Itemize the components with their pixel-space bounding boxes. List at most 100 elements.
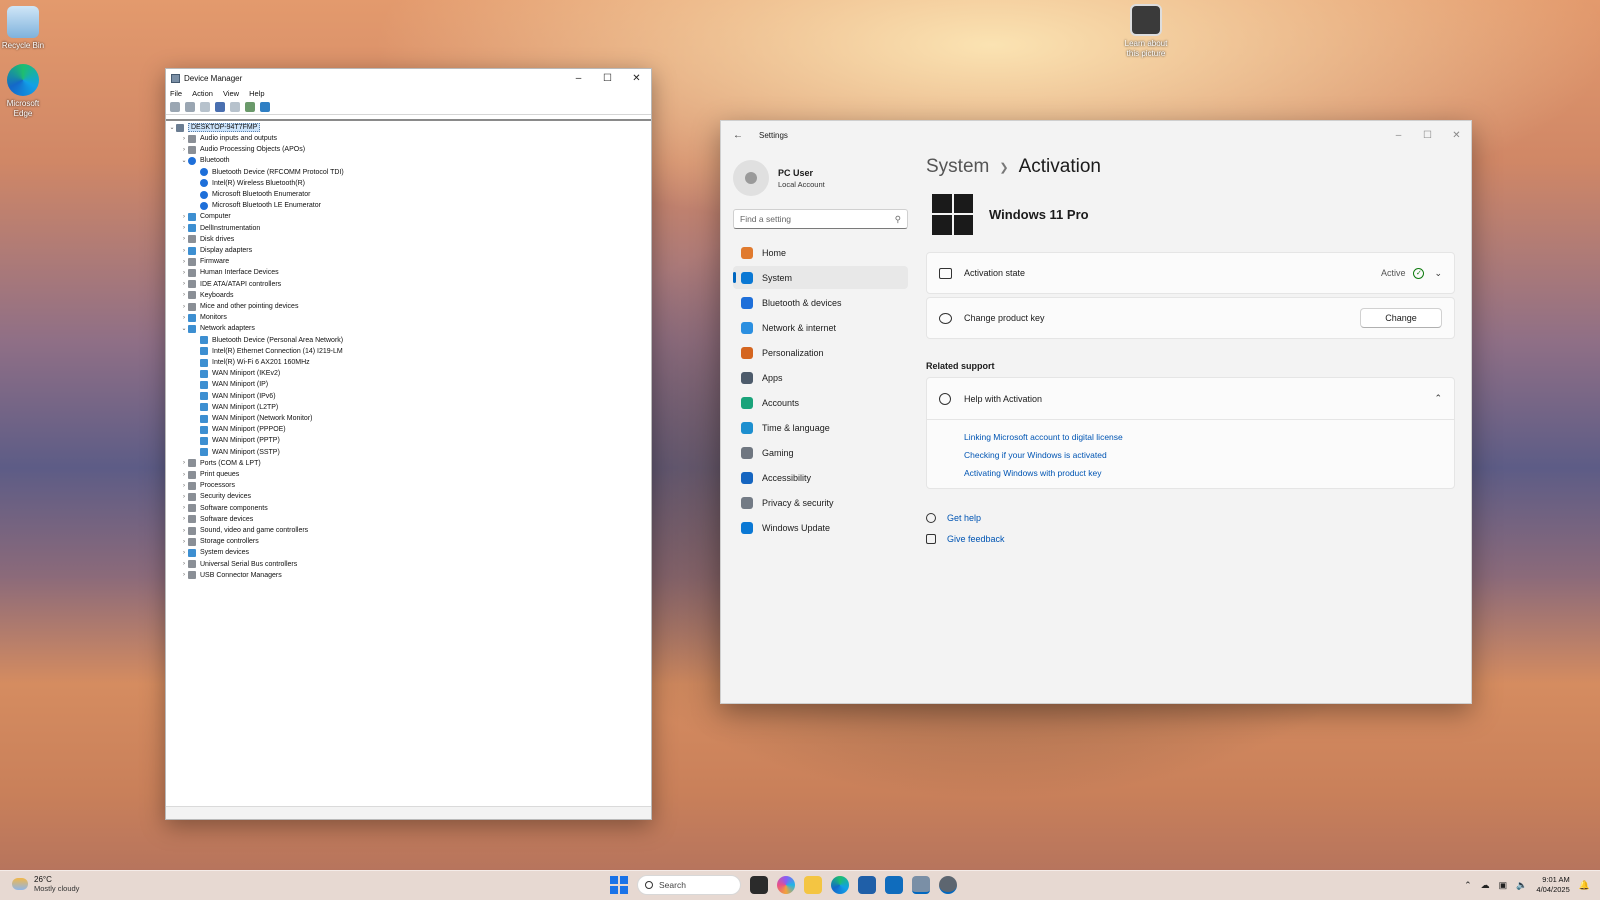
recycle-bin-desktop-icon[interactable]: Recycle Bin xyxy=(0,6,48,51)
device-manager-window[interactable]: Device Manager – ☐ ✕ File Action View He… xyxy=(165,68,652,820)
minimize-button[interactable]: – xyxy=(1384,130,1413,141)
weather-widget[interactable]: 26°C Mostly cloudy xyxy=(12,875,79,893)
breadcrumb-parent[interactable]: System xyxy=(926,156,989,178)
tree-category[interactable]: › Firmware xyxy=(180,256,229,267)
help-link[interactable]: Linking Microsoft account to digital lic… xyxy=(964,430,1454,448)
expand-chevron-icon[interactable]: › xyxy=(180,494,188,500)
tree-category[interactable]: › Software devices xyxy=(180,514,253,525)
collapse-chevron-icon[interactable]: ⌄ xyxy=(180,325,188,332)
help-icon[interactable] xyxy=(230,102,240,112)
user-profile[interactable]: PC User Local Account xyxy=(733,157,908,199)
help-activation-header[interactable]: Help with Activation ⌃ xyxy=(927,378,1454,420)
tree-category[interactable]: › Processors xyxy=(180,480,235,491)
expand-chevron-icon[interactable]: › xyxy=(180,572,188,578)
maximize-button[interactable]: ☐ xyxy=(1413,130,1442,141)
nav-item-personalization[interactable]: Personalization xyxy=(733,341,908,364)
tree-category[interactable]: › Security devices xyxy=(180,491,251,502)
update-driver-icon[interactable] xyxy=(245,102,255,112)
expand-chevron-icon[interactable]: › xyxy=(180,460,188,466)
cloud-icon[interactable]: ☁ xyxy=(1481,880,1490,891)
tree-category[interactable]: › Human Interface Devices xyxy=(180,267,279,278)
menu-action[interactable]: Action xyxy=(192,89,213,98)
clock[interactable]: 9:01 AM 4/04/2025 xyxy=(1536,875,1569,895)
expand-chevron-icon[interactable]: › xyxy=(180,270,188,276)
activation-state-card[interactable]: Activation state Active ✓ ⌄ xyxy=(926,252,1455,294)
menu-help[interactable]: Help xyxy=(249,89,264,98)
tree-category[interactable]: › Audio Processing Objects (APOs) xyxy=(180,144,305,155)
tree-category[interactable]: › Ports (COM & LPT) xyxy=(180,458,261,469)
tree-device[interactable]: WAN Miniport (IKEv2) xyxy=(192,368,280,379)
expand-chevron-icon[interactable]: › xyxy=(180,539,188,545)
tree-category[interactable]: › Universal Serial Bus controllers xyxy=(180,559,297,570)
tree-category[interactable]: › Software components xyxy=(180,503,268,514)
nav-item-gaming[interactable]: Gaming xyxy=(733,441,908,464)
nav-item-windows-update[interactable]: Windows Update xyxy=(733,516,908,539)
expand-chevron-icon[interactable]: › xyxy=(180,528,188,534)
tree-device[interactable]: WAN Miniport (SSTP) xyxy=(192,447,280,458)
collapse-chevron-icon[interactable]: ⌄ xyxy=(180,157,188,164)
tree-root[interactable]: ⌄ DESKTOP-94T7FMP xyxy=(168,122,261,133)
outlook-icon[interactable] xyxy=(885,876,903,894)
expand-chevron-icon[interactable]: › xyxy=(180,225,188,231)
store-icon[interactable] xyxy=(858,876,876,894)
tree-device[interactable]: Bluetooth Device (RFCOMM Protocol TDI) xyxy=(192,167,344,178)
expand-chevron-icon[interactable]: › xyxy=(180,472,188,478)
nav-item-network-internet[interactable]: Network & internet xyxy=(733,316,908,339)
tree-device[interactable]: WAN Miniport (PPPOE) xyxy=(192,424,286,435)
back-arrow-icon[interactable]: ← xyxy=(733,130,749,141)
expand-chevron-icon[interactable]: › xyxy=(180,550,188,556)
expand-chevron-icon[interactable]: › xyxy=(180,236,188,242)
help-link[interactable]: Activating Windows with product key xyxy=(964,466,1454,484)
expand-chevron-icon[interactable]: › xyxy=(180,136,188,142)
help-link[interactable]: Checking if your Windows is activated xyxy=(964,448,1454,466)
device-tree[interactable]: ⌄ DESKTOP-94T7FMP › Audio inputs and outp… xyxy=(166,119,651,806)
expand-chevron-icon[interactable]: › xyxy=(180,292,188,298)
tree-category[interactable]: › Audio inputs and outputs xyxy=(180,133,277,144)
tree-category[interactable]: › Computer xyxy=(180,211,231,222)
expand-chevron-icon[interactable]: › xyxy=(180,516,188,522)
expand-chevron-icon[interactable]: › xyxy=(180,147,188,153)
device-manager-taskbar-icon[interactable] xyxy=(912,876,930,894)
tree-category[interactable]: › DellInstrumentation xyxy=(180,223,260,234)
nav-item-home[interactable]: Home xyxy=(733,241,908,264)
nav-item-system[interactable]: System xyxy=(733,266,908,289)
back-arrow-icon[interactable] xyxy=(170,102,180,112)
expand-chevron-icon[interactable]: › xyxy=(180,483,188,489)
maximize-button[interactable]: ☐ xyxy=(593,69,622,87)
nav-item-accessibility[interactable]: Accessibility xyxy=(733,466,908,489)
tree-category[interactable]: › Print queues xyxy=(180,469,239,480)
expand-chevron-icon[interactable]: › xyxy=(180,214,188,220)
taskbar-search[interactable]: Search xyxy=(637,875,741,895)
settings-gear-icon[interactable] xyxy=(939,876,957,894)
nav-item-bluetooth-devices[interactable]: Bluetooth & devices xyxy=(733,291,908,314)
task-view-icon[interactable] xyxy=(750,876,768,894)
expand-chevron-icon[interactable]: › xyxy=(180,248,188,254)
menu-file[interactable]: File xyxy=(170,89,182,98)
change-product-key-button[interactable]: Change xyxy=(1360,308,1442,328)
tree-category[interactable]: › Mice and other pointing devices xyxy=(180,301,298,312)
volume-icon[interactable]: 🔈 xyxy=(1516,880,1527,891)
notification-bell-icon[interactable]: 🔔 xyxy=(1579,880,1590,891)
tree-device[interactable]: WAN Miniport (IPv6) xyxy=(192,391,276,402)
learn-picture-desktop-icon[interactable]: Learn about this picture xyxy=(1121,4,1171,59)
collapse-chevron-icon[interactable]: ⌄ xyxy=(168,124,176,131)
chevron-up-icon[interactable]: ⌃ xyxy=(1464,880,1472,891)
tree-category[interactable]: › System devices xyxy=(180,547,249,558)
tree-category[interactable]: › Keyboards xyxy=(180,290,233,301)
tree-device[interactable]: Intel(R) Wireless Bluetooth(R) xyxy=(192,178,305,189)
minimize-button[interactable]: – xyxy=(564,69,593,87)
tree-device[interactable]: WAN Miniport (IP) xyxy=(192,379,268,390)
device-manager-titlebar[interactable]: Device Manager – ☐ ✕ xyxy=(166,69,651,87)
network-icon[interactable]: ▣ xyxy=(1499,880,1508,891)
tree-category[interactable]: › IDE ATA/ATAPI controllers xyxy=(180,279,281,290)
tree-category[interactable]: › Display adapters xyxy=(180,245,252,256)
tree-device[interactable]: WAN Miniport (PPTP) xyxy=(192,435,280,446)
close-button[interactable]: ✕ xyxy=(1442,130,1471,141)
expand-chevron-icon[interactable]: › xyxy=(180,561,188,567)
tree-device[interactable]: Microsoft Bluetooth LE Enumerator xyxy=(192,200,321,211)
tree-category[interactable]: › USB Connector Managers xyxy=(180,570,282,581)
tree-category[interactable]: ⌄ Bluetooth xyxy=(180,155,230,166)
tree-device[interactable]: WAN Miniport (Network Monitor) xyxy=(192,413,312,424)
show-hide-tree-icon[interactable] xyxy=(200,102,210,112)
copilot-icon[interactable] xyxy=(777,876,795,894)
